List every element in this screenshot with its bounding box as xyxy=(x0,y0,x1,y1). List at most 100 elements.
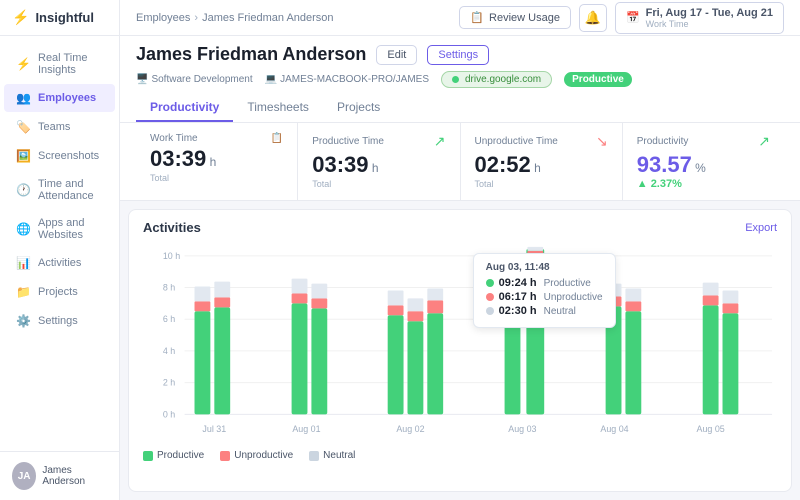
sidebar: ⚡ Insightful ⚡ Real Time Insights 👥 Empl… xyxy=(0,0,120,500)
sidebar-label-employees: Employees xyxy=(38,92,96,104)
breadcrumb-parent[interactable]: Employees xyxy=(136,12,190,24)
profile-settings-button[interactable]: Settings xyxy=(427,45,489,65)
work-time-value: 03:39 xyxy=(150,146,206,171)
stats-row: Work Time 📋 03:39 h Total Productive Tim… xyxy=(120,123,800,201)
profile-header: James Friedman Anderson Edit Settings 🖥️… xyxy=(120,36,800,123)
svg-text:6 h: 6 h xyxy=(163,314,175,324)
sidebar-item-employees[interactable]: 👥 Employees xyxy=(4,84,115,112)
work-time-sub: Total xyxy=(150,173,283,183)
settings-icon: ⚙️ xyxy=(16,314,30,328)
svg-text:4 h: 4 h xyxy=(163,346,175,356)
calendar-small-icon: 📋 xyxy=(271,133,283,144)
sidebar-label-timeattendance: Time and Attendance xyxy=(38,178,103,202)
computer-info: 💻 JAMES-MACBOOK-PRO/JAMES xyxy=(265,74,429,85)
trend-up-icon: ↗ xyxy=(434,133,446,150)
chart-section: Activities Export 10 h 8 h 6 h 4 h 2 h 0… xyxy=(128,209,792,492)
svg-text:Aug 04: Aug 04 xyxy=(600,424,628,434)
legend-productive-dot xyxy=(143,451,153,461)
sidebar-label-realtime: Real Time Insights xyxy=(38,52,103,76)
sidebar-label-teams: Teams xyxy=(38,121,70,133)
review-icon: 📋 xyxy=(470,11,484,24)
teams-icon: 🏷️ xyxy=(16,120,30,134)
trend-down-icon: ↘ xyxy=(596,133,608,150)
active-dot xyxy=(452,76,459,83)
tab-productivity[interactable]: Productivity xyxy=(136,94,233,122)
review-usage-button[interactable]: 📋 Review Usage xyxy=(459,6,571,29)
edit-button[interactable]: Edit xyxy=(376,45,417,65)
main-content: Employees › James Friedman Anderson 📋 Re… xyxy=(120,0,800,500)
profile-title-row: James Friedman Anderson Edit Settings xyxy=(136,44,784,65)
sidebar-item-teams[interactable]: 🏷️ Teams xyxy=(4,113,115,141)
legend-productive-label: Productive xyxy=(157,450,204,461)
computer-label: JAMES-MACBOOK-PRO/JAMES xyxy=(280,74,429,85)
stat-work-time: Work Time 📋 03:39 h Total xyxy=(136,123,298,200)
realtime-icon: ⚡ xyxy=(16,57,30,71)
date-sub-label: Work Time xyxy=(646,19,773,29)
chart-legend: Productive Unproductive Neutral xyxy=(143,450,777,461)
svg-text:10 h: 10 h xyxy=(163,251,180,261)
sidebar-item-projects[interactable]: 📁 Projects xyxy=(4,278,115,306)
sidebar-label-screenshots: Screenshots xyxy=(38,150,99,162)
legend-unproductive-label: Unproductive xyxy=(234,450,293,461)
profile-tabs: Productivity Timesheets Projects xyxy=(136,94,784,122)
computer-icon: 💻 xyxy=(265,74,277,85)
productivity-trend-icon: ↗ xyxy=(758,133,770,150)
unproductive-time-sub: Total xyxy=(475,179,608,189)
export-button[interactable]: Export xyxy=(745,222,777,234)
svg-text:Jul 31: Jul 31 xyxy=(202,424,226,434)
work-time-unit: h xyxy=(210,155,217,169)
chart-container: 10 h 8 h 6 h 4 h 2 h 0 h xyxy=(143,243,777,446)
department-icon: 🖥️ xyxy=(136,74,148,85)
user-name: James Anderson xyxy=(42,465,107,487)
sidebar-item-settings[interactable]: ⚙️ Settings xyxy=(4,307,115,335)
user-avatar: JA xyxy=(12,462,36,490)
sidebar-label-settings: Settings xyxy=(38,315,78,327)
logo-icon: ⚡ xyxy=(12,9,29,26)
svg-text:Aug 05: Aug 05 xyxy=(697,424,725,434)
sidebar-item-realtime[interactable]: ⚡ Real Time Insights xyxy=(4,45,115,83)
sidebar-item-timeattendance[interactable]: 🕐 Time and Attendance xyxy=(4,171,115,209)
legend-neutral-dot xyxy=(309,451,319,461)
notifications-button[interactable]: 🔔 xyxy=(579,4,607,32)
employees-icon: 👥 xyxy=(16,91,30,105)
productive-badge: Productive xyxy=(564,72,632,87)
svg-text:Aug 02: Aug 02 xyxy=(396,424,424,434)
sidebar-item-appswebsites[interactable]: 🌐 Apps and Websites xyxy=(4,210,115,248)
projects-icon: 📁 xyxy=(16,285,30,299)
unproductive-time-value: 02:52 xyxy=(475,152,531,177)
activities-chart: 10 h 8 h 6 h 4 h 2 h 0 h xyxy=(143,243,777,443)
app-name: Insightful xyxy=(35,10,94,25)
sidebar-item-activities[interactable]: 📊 Activities xyxy=(4,249,115,277)
productive-time-label: Productive Time ↗ xyxy=(312,133,445,150)
activities-icon: 📊 xyxy=(16,256,30,270)
breadcrumb: Employees › James Friedman Anderson xyxy=(136,12,334,24)
calendar-icon: 📅 xyxy=(626,11,640,24)
legend-unproductive-dot xyxy=(220,451,230,461)
legend-neutral: Neutral xyxy=(309,450,355,461)
profile-meta: 🖥️ Software Development 💻 JAMES-MACBOOK-… xyxy=(136,71,784,88)
screenshots-icon: 🖼️ xyxy=(16,149,30,163)
productive-time-unit: h xyxy=(372,161,379,175)
department-label: Software Development xyxy=(151,74,252,85)
svg-text:2 h: 2 h xyxy=(163,378,175,388)
stat-unproductive-time: Unproductive Time ↘ 02:52 h Total xyxy=(461,123,623,200)
sidebar-footer: JA James Anderson xyxy=(0,451,119,500)
tab-projects[interactable]: Projects xyxy=(323,94,394,122)
date-range-button[interactable]: 📅 Fri, Aug 17 - Tue, Aug 21 Work Time xyxy=(615,2,784,34)
sidebar-label-projects: Projects xyxy=(38,286,78,298)
unproductive-time-unit: h xyxy=(534,161,541,175)
stat-productivity: Productivity ↗ 93.57 % ▲ 2.37% xyxy=(623,123,784,200)
appswebsites-icon: 🌐 xyxy=(16,222,30,236)
productive-time-sub: Total xyxy=(312,179,445,189)
tab-timesheets[interactable]: Timesheets xyxy=(233,94,323,122)
department-info: 🖥️ Software Development xyxy=(136,74,253,85)
topbar: Employees › James Friedman Anderson 📋 Re… xyxy=(120,0,800,36)
stat-productive-time: Productive Time ↗ 03:39 h Total xyxy=(298,123,460,200)
legend-neutral-label: Neutral xyxy=(323,450,355,461)
legend-productive: Productive xyxy=(143,450,204,461)
topbar-actions: 📋 Review Usage 🔔 📅 Fri, Aug 17 - Tue, Au… xyxy=(459,2,784,34)
timeattendance-icon: 🕐 xyxy=(16,183,30,197)
chart-title: Activities xyxy=(143,220,201,235)
sidebar-item-screenshots[interactable]: 🖼️ Screenshots xyxy=(4,142,115,170)
unproductive-time-label: Unproductive Time ↘ xyxy=(475,133,608,150)
